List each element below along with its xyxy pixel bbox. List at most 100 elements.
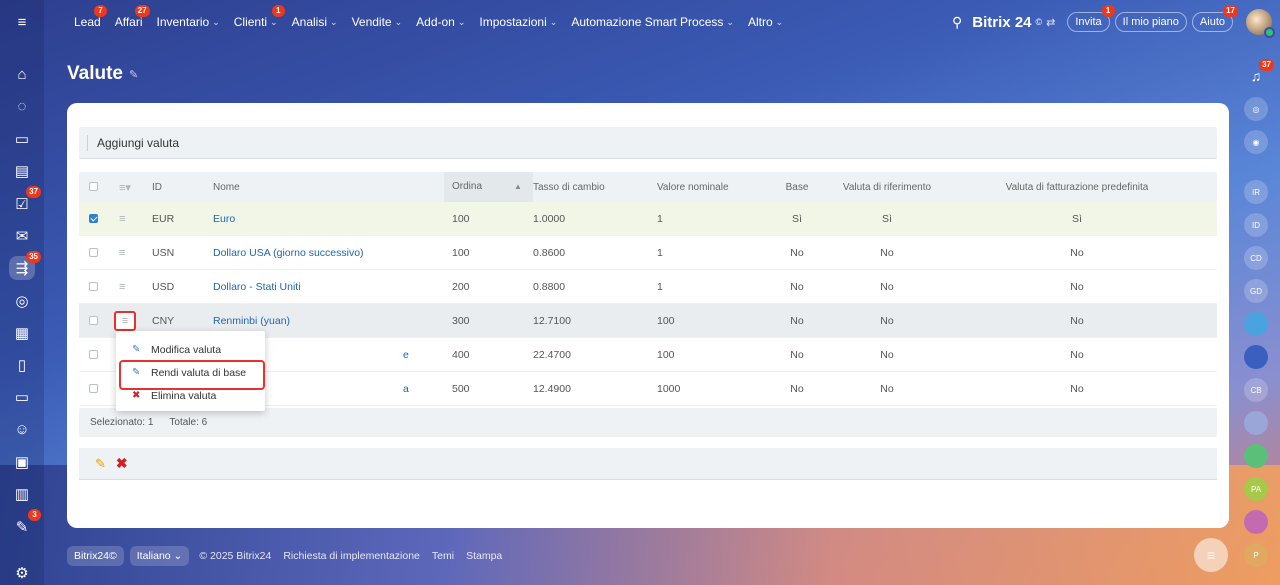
implementation-link[interactable]: Richiesta di implementazione bbox=[283, 550, 420, 562]
row-checkbox[interactable] bbox=[89, 214, 98, 224]
contact-avatar[interactable]: GD bbox=[1244, 279, 1268, 303]
invite-label: Invita bbox=[1075, 16, 1102, 28]
nav-label: Add-on bbox=[416, 15, 455, 29]
header-order[interactable]: Ordina ▲ bbox=[444, 172, 533, 202]
row-menu-icon[interactable]: ≡ bbox=[119, 247, 125, 259]
row-menu-icon[interactable]: ≡ bbox=[119, 213, 125, 225]
nav-label: Analisi bbox=[291, 15, 328, 29]
header-rate[interactable]: Tasso di cambio bbox=[533, 182, 657, 193]
nav-vendite[interactable]: Vendite ⌄ bbox=[352, 15, 403, 29]
selected-count: Selezionato: 1 bbox=[90, 417, 154, 428]
cell-name-link[interactable]: Euro bbox=[205, 213, 444, 225]
home-icon[interactable]: ⌂ bbox=[9, 62, 35, 86]
sites-icon[interactable]: ▣ bbox=[9, 450, 35, 474]
contact-avatar[interactable] bbox=[1244, 444, 1268, 468]
plan-button[interactable]: Il mio piano bbox=[1114, 12, 1187, 32]
search-icon[interactable]: ⚲ bbox=[952, 14, 962, 31]
menu-icon[interactable]: ≡ bbox=[9, 10, 35, 34]
row-checkbox[interactable] bbox=[89, 384, 98, 394]
feed-icon[interactable]: ◌ bbox=[9, 95, 35, 119]
footer-brand-button[interactable]: Bitrix24© bbox=[67, 546, 124, 566]
cell-ref: Sì bbox=[882, 212, 892, 225]
cell-name-link[interactable]: Dollaro - Stati Uniti bbox=[205, 281, 444, 293]
drive-icon[interactable]: ▭ bbox=[9, 385, 35, 409]
copilot-icon[interactable]: ◎ bbox=[1244, 97, 1268, 121]
notifications-icon[interactable]: ♫ 37 bbox=[1244, 59, 1274, 88]
row-checkbox[interactable] bbox=[89, 350, 98, 360]
chat-icon[interactable]: ▭ bbox=[9, 127, 35, 151]
row-checkbox[interactable] bbox=[89, 282, 98, 292]
help-button[interactable]: Aiuto 17 bbox=[1191, 5, 1238, 32]
contact-avatar[interactable]: CB bbox=[1244, 378, 1268, 402]
cell-name-link[interactable]: Dollaro USA (giorno successivo) bbox=[205, 247, 444, 259]
nav-impostazioni[interactable]: Impostazioni ⌄ bbox=[479, 15, 557, 29]
themes-link[interactable]: Temi bbox=[432, 550, 454, 562]
nav-analisi[interactable]: Analisi ⌄ bbox=[292, 15, 338, 29]
user-avatar[interactable] bbox=[1246, 9, 1275, 38]
row-menu-icon[interactable]: ≡ bbox=[119, 281, 125, 293]
contacts-icon[interactable]: ☺ bbox=[9, 418, 35, 442]
nav-label: Clienti bbox=[233, 15, 268, 29]
schedule-icon[interactable]: ▥ bbox=[9, 482, 35, 506]
target-icon[interactable]: ◎ bbox=[9, 288, 35, 312]
contact-avatar[interactable]: IR bbox=[1244, 180, 1268, 204]
automation-icon[interactable]: ✎ 3 bbox=[9, 509, 41, 538]
pin-icon[interactable]: ✎ bbox=[129, 68, 138, 81]
row-checkbox[interactable] bbox=[89, 316, 98, 326]
nav-inventario[interactable]: Inventario ⌄ bbox=[157, 15, 220, 29]
contact-avatar[interactable] bbox=[1244, 411, 1268, 435]
header-base[interactable]: Base bbox=[767, 182, 827, 193]
pencil-icon[interactable]: ✎ bbox=[95, 456, 106, 472]
invite-button[interactable]: Invita 1 bbox=[1067, 5, 1115, 32]
contact-avatar[interactable]: PA bbox=[1244, 477, 1268, 501]
contact-avatar[interactable]: P bbox=[1244, 543, 1268, 567]
settings-cell: ≡▾ bbox=[103, 181, 143, 194]
delete-icon[interactable]: ✖ bbox=[116, 455, 128, 472]
table-row[interactable]: ≡ USN Dollaro USA (giorno successivo) 10… bbox=[79, 236, 1217, 270]
contact-avatar[interactable] bbox=[1244, 510, 1268, 534]
documents-icon[interactable]: ▤ bbox=[9, 159, 35, 183]
mail-icon[interactable]: ✉ bbox=[9, 224, 35, 248]
menu-item-edit-currency[interactable]: ✎ Modifica valuta bbox=[116, 338, 265, 361]
menu-item-delete-currency[interactable]: ✖ Elimina valuta bbox=[116, 384, 265, 407]
contact-avatar[interactable]: CD bbox=[1244, 246, 1268, 270]
cell-order: 400 bbox=[452, 348, 470, 361]
table-row[interactable]: ≡ EUR Euro 100 1.0000 1 Sì Sì Sì bbox=[79, 202, 1217, 236]
grid-settings-icon[interactable]: ≡▾ bbox=[119, 182, 131, 194]
contact-avatar[interactable] bbox=[1244, 345, 1268, 369]
file-icon[interactable]: ▯ bbox=[9, 353, 35, 377]
header-id[interactable]: ID bbox=[143, 182, 205, 193]
contact-avatar[interactable]: ID bbox=[1244, 213, 1268, 237]
nav-automazione[interactable]: Automazione Smart Process ⌄ bbox=[571, 15, 734, 29]
settings-icon[interactable]: ⚙ bbox=[9, 561, 35, 585]
contact-avatar[interactable] bbox=[1244, 312, 1268, 336]
table-row[interactable]: ≡ USD Dollaro - Stati Uniti 200 0.8800 1… bbox=[79, 270, 1217, 304]
row-action-cell: ≡ bbox=[103, 247, 143, 259]
row-checkbox[interactable] bbox=[89, 248, 98, 258]
left-sidebar: ≡ ⌂ ◌ ▭ ▤ ☑ 37 ✉ ⇶ 35 ◎ ▦ ▯ ▭ ☺ ▣ ▥ ✎ 3 ⚙ bbox=[0, 0, 44, 585]
print-link[interactable]: Stampa bbox=[466, 550, 502, 562]
nav-affari[interactable]: Affari 27 bbox=[115, 5, 150, 29]
tasks-icon[interactable]: ☑ 37 bbox=[9, 186, 41, 215]
header-default[interactable]: Valuta di fatturazione predefinita bbox=[947, 182, 1207, 193]
nav-addon[interactable]: Add-on ⌄ bbox=[416, 15, 465, 29]
cell-name-link[interactable]: Renminbi (yuan) bbox=[205, 315, 444, 327]
crm-icon[interactable]: ⇶ 35 bbox=[9, 251, 41, 281]
row-checkbox-cell bbox=[79, 281, 103, 293]
row-menu-button-highlighted[interactable]: ≡ bbox=[114, 310, 136, 331]
open-chat-button[interactable]: ≡ bbox=[1194, 538, 1228, 572]
header-nominal[interactable]: Valore nominale bbox=[657, 182, 767, 193]
switch-icon[interactable]: ⇄ bbox=[1046, 16, 1055, 29]
cell-order: 100 bbox=[452, 212, 470, 225]
header-ref[interactable]: Valuta di riferimento bbox=[827, 182, 947, 193]
nav-lead[interactable]: Lead 7 bbox=[74, 5, 107, 29]
nav-altro[interactable]: Altro ⌄ bbox=[748, 15, 783, 29]
add-currency-button[interactable]: Aggiungi valuta bbox=[97, 136, 179, 150]
chat-search-icon[interactable]: ◉ bbox=[1244, 130, 1268, 154]
select-all-checkbox[interactable] bbox=[89, 182, 98, 192]
language-select[interactable]: Italiano ⌄ bbox=[129, 546, 190, 566]
nav-clienti[interactable]: Clienti ⌄ 1 bbox=[233, 5, 285, 29]
calendar-icon[interactable]: ▦ bbox=[9, 321, 35, 345]
header-name[interactable]: Nome bbox=[205, 182, 444, 193]
menu-item-make-base-currency[interactable]: ✎ Rendi valuta di base bbox=[116, 360, 265, 390]
